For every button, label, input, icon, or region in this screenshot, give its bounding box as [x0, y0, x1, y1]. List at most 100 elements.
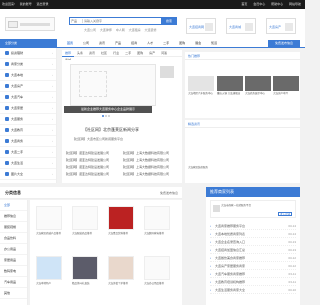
recommend-card[interactable]: 大连商务展示中心	[245, 76, 272, 98]
news-link[interactable]: 【社区网】诺亚达特建设发展公司	[64, 172, 121, 176]
sidebar-item[interactable]: 商家分类 ›	[0, 59, 56, 70]
all-categories-button[interactable]: 全部分类	[0, 39, 57, 48]
hot-link[interactable]: 大连装修	[144, 28, 156, 32]
header-ad[interactable]: 大连招商网	[186, 18, 216, 34]
header-ad[interactable]: 大连房产	[266, 18, 296, 34]
sidebar-item[interactable]: 大连本地 ›	[0, 70, 56, 81]
classified-tab[interactable]: 食品饮料	[0, 233, 27, 244]
content-tab[interactable]: 推荐	[62, 50, 75, 57]
hot-link[interactable]: 中人网	[116, 28, 125, 32]
sidebar-item[interactable]: 大连教育 ›	[0, 125, 56, 136]
news-link[interactable]: 【社区网】上海大数据科技有限公司	[121, 158, 178, 162]
sidebar-item[interactable]: 大连服务 ›	[0, 114, 56, 125]
news-link[interactable]: 【社区网】诺亚达特建设发展公司	[64, 165, 121, 169]
search-input[interactable]	[84, 18, 160, 24]
enter-store-button[interactable]: 进入店铺	[278, 212, 292, 216]
member-center-link[interactable]: 会员中心	[253, 2, 265, 6]
list-item[interactable]: • 大连汽车服务商家推荐 03-11	[210, 270, 296, 278]
nav-tab[interactable]: 人才	[142, 39, 158, 48]
content-tab[interactable]: 社区	[98, 50, 110, 57]
sidebar-item[interactable]: 大连生活 ›	[0, 158, 56, 169]
sidebar-item[interactable]: 大连房产 ›	[0, 81, 56, 92]
hot-link[interactable]: 大连律师	[100, 28, 112, 32]
merchant-card[interactable]: 大连市商家一站式服务平台 进入店铺	[210, 200, 296, 218]
banner-thumbnail[interactable]	[160, 66, 174, 78]
carousel-dot[interactable]	[102, 115, 104, 117]
nav-tab-home[interactable]: 首页	[62, 39, 78, 48]
site-nav-link[interactable]: 网站导航	[289, 2, 301, 6]
nav-tab[interactable]: 二手	[158, 39, 174, 48]
list-item[interactable]: • 大连生活服务商家大全 03-10	[210, 286, 296, 294]
classified-tab[interactable]: 数码家电	[0, 266, 27, 277]
classified-tab[interactable]: 推荐信息	[0, 211, 27, 222]
product-card[interactable]: 大连办公用品推荐	[142, 254, 172, 302]
account-link[interactable]: 我的账号	[20, 2, 32, 6]
list-item[interactable]: • 大连招商加盟信息汇总 03-13	[210, 246, 296, 254]
news-link[interactable]: 【社区网】上海大数据科技有限公司	[121, 165, 178, 169]
content-tab[interactable]: 团购	[134, 50, 146, 57]
recommend-card[interactable]: 大连房产中介	[273, 76, 300, 98]
hot-link[interactable]: 大连公司	[84, 28, 96, 32]
nav-tab[interactable]: 产品	[110, 39, 126, 48]
product-card[interactable]: 大连服装商品推荐	[70, 204, 100, 252]
content-tab[interactable]: 行业	[110, 50, 122, 57]
carousel-dot[interactable]	[105, 115, 107, 117]
classified-tab[interactable]: 服装鞋帽	[0, 222, 27, 233]
list-item[interactable]: • 大连商家推荐服务平台 03-14	[210, 222, 296, 230]
list-item[interactable]: • 大连教育培训机构推荐 03-11	[210, 278, 296, 286]
sidebar-item[interactable]: 大连二手 ›	[0, 147, 56, 158]
content-tab[interactable]: 房产	[146, 50, 158, 57]
list-item[interactable]: • 大连本地优质商家列表 03-14	[210, 230, 296, 238]
search-category-select[interactable]: 产品	[71, 19, 83, 23]
search-button[interactable]: 搜索	[161, 17, 177, 25]
news-link[interactable]: 【社区网】诺亚达特建设发展公司	[64, 158, 121, 162]
headline-news[interactable]: 【社区网】北京蓬莱区新闻分享	[83, 127, 139, 133]
nav-tab[interactable]: 知道	[206, 39, 222, 48]
carousel-dot[interactable]	[108, 115, 110, 117]
header-ad[interactable]: 大连商城	[226, 18, 256, 34]
featured-card[interactable]: 大连家居装修服务	[188, 150, 215, 172]
content-tab[interactable]: 资讯	[86, 50, 98, 57]
classified-tab[interactable]: 全部	[0, 200, 27, 211]
product-card[interactable]: 大连数码家电推荐	[142, 204, 172, 252]
post-free-link[interactable]: 免费发布信息	[160, 191, 178, 195]
list-item[interactable]: • 大连房产家居服务商家 03-12	[210, 262, 296, 270]
news-link[interactable]: 【社区网】上海大数据科技有限公司	[121, 151, 178, 155]
list-item[interactable]: • 大连餐饮美食商家推荐 03-12	[210, 254, 296, 262]
logout-link[interactable]: 退出登录	[37, 2, 49, 6]
recommend-card[interactable]: 重庆火锅 大连旗舰店	[217, 76, 244, 98]
news-link[interactable]: 【社区网】上海大数据科技有限公司	[121, 172, 178, 176]
sidebar-item[interactable]: 大连家居 ›	[0, 103, 56, 114]
nav-tab[interactable]: 招商	[126, 39, 142, 48]
headline-sub[interactable]: 【社区网】大连市区公司新闻服务平台	[72, 137, 123, 141]
content-tab[interactable]: 头条	[74, 50, 86, 57]
content-tab[interactable]: 问答	[158, 50, 170, 57]
nav-tab[interactable]: 展会	[190, 39, 206, 48]
nav-tab[interactable]: 公司	[78, 39, 94, 48]
nav-tab[interactable]: 资讯	[94, 39, 110, 48]
classified-tab[interactable]: 家居用品	[0, 255, 27, 266]
list-item[interactable]: • 大连企业名录查询入口 03-13	[210, 238, 296, 246]
news-link[interactable]: 【社区网】诺亚达特建设发展公司	[64, 151, 121, 155]
post-info-button[interactable]: 免费发布信息	[268, 40, 300, 47]
sidebar-item[interactable]: 图片大全 ›	[0, 169, 56, 180]
product-card[interactable]: 精品茶叶礼盒装	[70, 254, 100, 302]
product-card[interactable]: 大连本地特产	[34, 254, 64, 302]
sidebar-item[interactable]: 大连商务 ›	[0, 136, 56, 147]
hot-link[interactable]: 大连租房	[129, 28, 141, 32]
banner-carousel[interactable]: 最新企业推荐大连服务中心企业品牌展示	[62, 60, 182, 117]
content-tab[interactable]: 二手	[122, 50, 134, 57]
nav-tab[interactable]: 团购	[174, 39, 190, 48]
product-card[interactable]: 大连美妆个护推荐	[106, 254, 136, 302]
home-link[interactable]: 首页	[241, 2, 247, 6]
classified-tab[interactable]: 汽车用品	[0, 277, 27, 288]
site-logo[interactable]	[5, 17, 55, 31]
help-link[interactable]: 帮助中心	[271, 2, 283, 6]
sidebar-item[interactable]: 投资理财 ›	[0, 48, 56, 59]
product-card[interactable]: 大连食品饮料推荐	[106, 204, 136, 252]
sidebar-item[interactable]: 大连汽车 ›	[0, 92, 56, 103]
recommend-card[interactable]: 大连地区汽车服务中心	[188, 76, 215, 98]
classified-tab[interactable]: 其他	[0, 288, 27, 299]
product-card[interactable]: 大连家居商城产品推荐	[34, 204, 64, 252]
classified-tab[interactable]: 办公用品	[0, 244, 27, 255]
